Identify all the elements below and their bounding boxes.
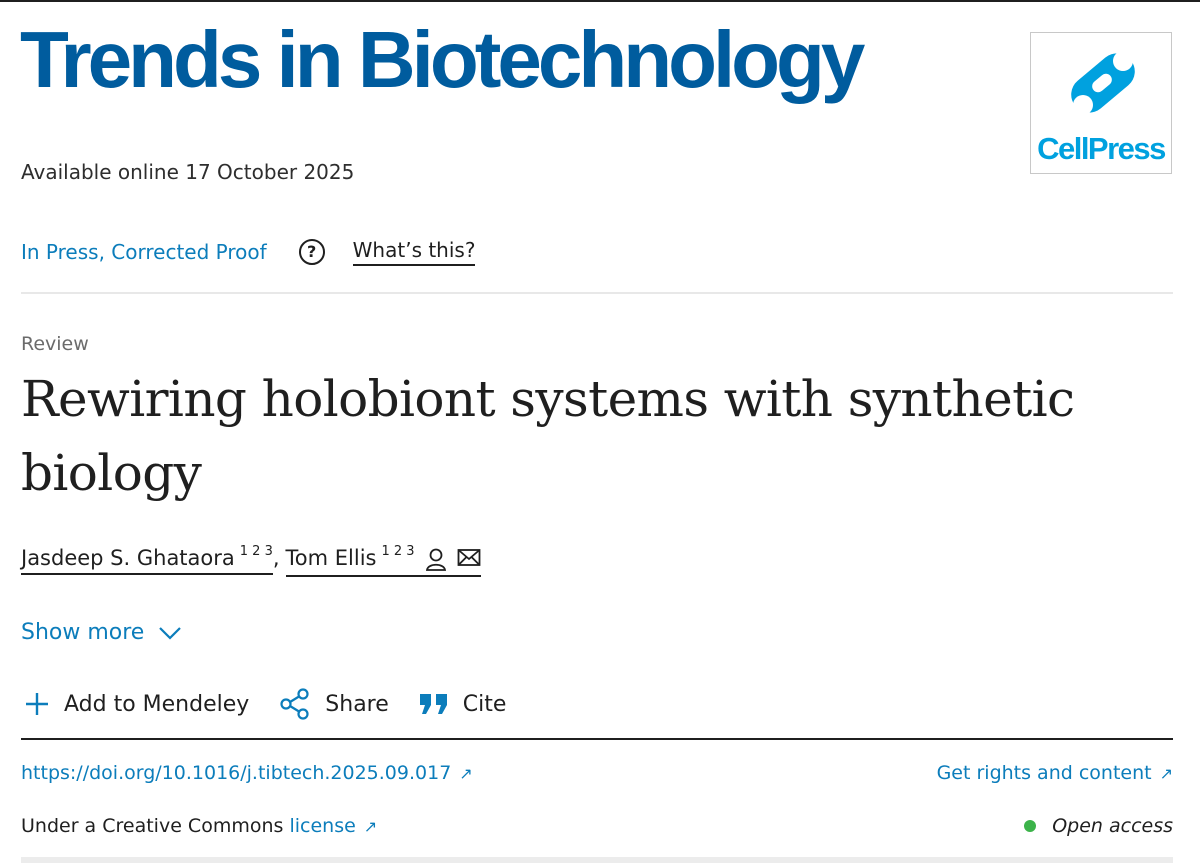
show-more-label: Show more (21, 620, 145, 645)
license-link-text: license (289, 815, 356, 837)
section-divider (21, 292, 1173, 294)
publisher-name: CellPress (1037, 131, 1166, 166)
author-list: Jasdeep S. Ghataora 1 2 3 , Tom Ellis 1 … (21, 544, 481, 577)
question-circle-icon[interactable]: ? (298, 239, 325, 265)
chevron-down-icon (159, 626, 182, 640)
add-to-mendeley-label: Add to Mendeley (64, 691, 250, 717)
license-prefix: Under a Creative Commons (21, 815, 284, 837)
section-divider (21, 738, 1173, 740)
plus-icon (26, 693, 48, 715)
author-name: Tom Ellis (285, 546, 377, 570)
license-line: Under a Creative Commons license ↗ (21, 815, 377, 837)
rights-link[interactable]: Get rights and content ↗ (937, 762, 1173, 784)
in-press-link[interactable]: In Press, Corrected Proof (21, 240, 267, 264)
doi-link[interactable]: https://doi.org/10.1016/j.tibtech.2025.0… (21, 762, 473, 784)
author-affiliations: 1 2 3 (239, 544, 273, 559)
bottom-divider (21, 857, 1173, 863)
author-link[interactable]: Jasdeep S. Ghataora 1 2 3 (21, 544, 273, 575)
mail-icon[interactable] (457, 548, 481, 568)
external-link-icon: ↗ (459, 764, 473, 783)
author-name: Jasdeep S. Ghataora (21, 546, 235, 570)
author-separator: , (272, 546, 280, 570)
external-link-icon: ↗ (363, 817, 378, 836)
author-link[interactable]: Tom Ellis 1 2 3 (285, 544, 481, 577)
whats-this-link[interactable]: What’s this? (352, 238, 476, 266)
person-icon[interactable] (425, 548, 447, 572)
cite-button[interactable]: Cite (419, 691, 507, 717)
doi-text: https://doi.org/10.1016/j.tibtech.2025.0… (21, 762, 452, 784)
top-rule (0, 0, 1200, 2)
cellpress-symbol-icon (1071, 51, 1135, 115)
cite-label: Cite (462, 691, 507, 717)
share-label: Share (325, 691, 389, 717)
publisher-logo[interactable]: CellPress (1030, 32, 1172, 174)
add-to-mendeley-button[interactable]: Add to Mendeley (24, 691, 249, 717)
rights-text: Get rights and content (936, 762, 1152, 784)
quote-icon (419, 694, 447, 714)
external-link-icon: ↗ (1159, 764, 1173, 783)
share-icon (280, 688, 309, 720)
open-access-dot-icon (1024, 820, 1037, 832)
open-access-badge: Open access (1024, 815, 1173, 837)
article-title: Rewiring holobiont systems with syntheti… (21, 370, 1075, 502)
article-status-row: In Press, Corrected Proof ? What’s this? (21, 236, 476, 268)
author-affiliations: 1 2 3 (381, 544, 415, 559)
share-button[interactable]: Share (279, 688, 389, 720)
show-more-button[interactable]: Show more (21, 620, 182, 645)
license-link[interactable]: license ↗ (289, 815, 377, 837)
open-access-label: Open access (1052, 815, 1173, 837)
article-actions: Add to Mendeley Share Cite (24, 688, 536, 720)
journal-title[interactable]: Trends in Biotechnology (20, 20, 865, 100)
article-type: Review (21, 333, 89, 355)
available-online-date: Available online 17 October 2025 (21, 160, 355, 184)
